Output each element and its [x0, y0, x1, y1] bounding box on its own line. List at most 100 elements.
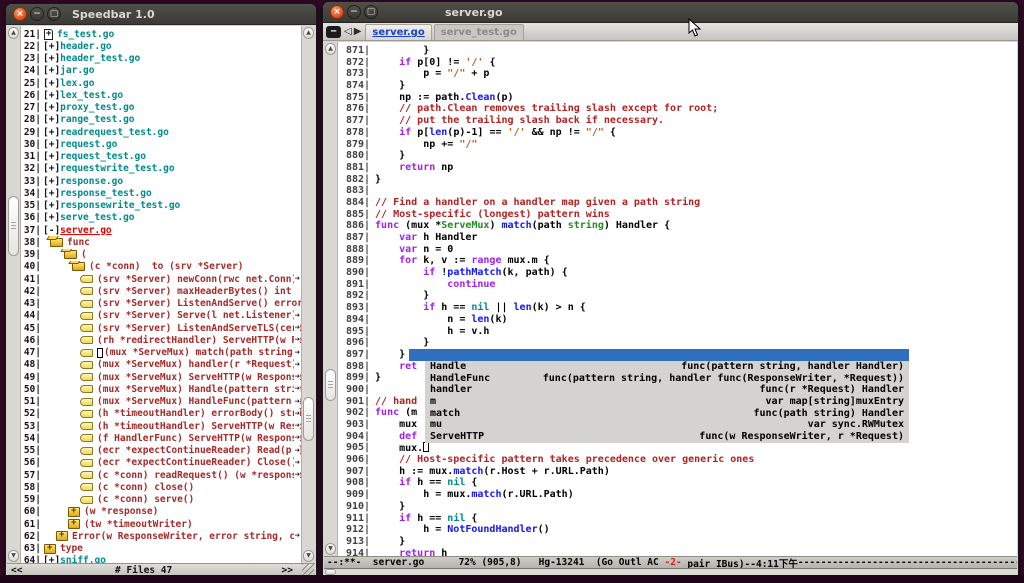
speedbar-row[interactable]: 34|[+] response_test.go [21, 187, 301, 199]
tag-icon[interactable] [80, 459, 93, 467]
popup-item[interactable]: Handlefunc(pattern string, handler Handl… [425, 361, 909, 373]
speedbar-row[interactable]: 58|(c *conn) close() [21, 481, 301, 493]
scroll-up-icon[interactable]: ▲ [8, 27, 19, 39]
scroll-right-button[interactable]: >> [282, 565, 293, 576]
tag-label[interactable]: (h *timeoutHandler) errorBody() strin [97, 408, 301, 419]
close-icon[interactable]: × [13, 7, 27, 21]
speedbar-row[interactable]: 24|[+] jar.go [21, 65, 301, 77]
file-name[interactable]: fs_test.go [57, 29, 114, 40]
tag-icon[interactable] [80, 361, 93, 369]
scrollbar-thumb[interactable] [8, 196, 19, 256]
file-name[interactable]: lex.go [60, 78, 94, 89]
tag-label[interactable]: (f HandlerFunc) ServeHTTP(w ResponseW [97, 433, 301, 444]
speedbar-row[interactable]: 26|[+] lex_test.go [21, 89, 301, 101]
speedbar-row[interactable]: 55|(ecr *expectContinueReader) Read(p []… [21, 445, 301, 457]
speedbar-row[interactable]: 37|[-] server.go [21, 224, 301, 236]
mode-line[interactable]: --:**- server.go 72% (905,8) Hg-13241 (G… [324, 556, 1017, 569]
speedbar-row[interactable]: 32|[+] requestwrite_test.go [21, 163, 301, 175]
tag-label[interactable]: (srv *Server) Serve(l net.Listener) e [97, 310, 301, 321]
file-name[interactable]: request_test.go [60, 151, 146, 162]
file-name[interactable]: response.go [60, 176, 123, 187]
expander-toggle[interactable]: [+] [43, 78, 60, 89]
file-name[interactable]: request.go [60, 139, 117, 150]
tag-icon[interactable] [80, 398, 93, 406]
tag-icon[interactable] [80, 300, 93, 308]
tag-label[interactable]: type [60, 543, 83, 554]
speedbar-row[interactable]: 22|[+] header.go [21, 40, 301, 52]
close-icon[interactable]: × [330, 5, 344, 19]
speedbar-row[interactable]: 42|(srv *Server) maxHeaderBytes() int [21, 285, 301, 297]
file-name[interactable]: response_test.go [60, 188, 152, 199]
speedbar-row[interactable]: 28|[+] range_test.go [21, 114, 301, 126]
expander-toggle[interactable]: [+] [43, 212, 60, 223]
tag-label[interactable]: (mux *ServeMux) HandleFunc(pattern st [97, 396, 301, 407]
expander-toggle[interactable]: [+] [43, 555, 60, 563]
file-name[interactable]: responsewrite_test.go [60, 200, 180, 211]
speedbar-row[interactable]: 57|(c *conn) readRequest() (w *response,… [21, 469, 301, 481]
tag-label[interactable]: func [67, 237, 90, 248]
code-line[interactable]: 888| var n = 0 [338, 244, 1017, 256]
code-line[interactable]: 907| h := mux.match(r.Host + r.URL.Path) [338, 466, 1017, 478]
popup-item[interactable]: handlerfunc(r *Request) Handler [425, 384, 909, 396]
code-area[interactable]: 871| }872| if p[0] != '/' {873| p = "/" … [338, 42, 1017, 556]
tag-label[interactable]: (c *conn) close() [97, 482, 194, 493]
code-line[interactable]: 890| if !pathMatch(k, path) { [338, 267, 1017, 279]
code-line[interactable]: 876| // path.Clean removes trailing slas… [338, 103, 1017, 115]
speedbar-row[interactable]: 30|[+] request.go [21, 138, 301, 150]
tag-icon[interactable] [80, 275, 93, 283]
tag-label[interactable]: (h *timeoutHandler) ServeHTTP(w Respo [97, 421, 301, 432]
closed-box-icon[interactable] [56, 531, 68, 541]
speedbar-row[interactable]: 61|(tw *timeoutWriter) [21, 518, 301, 530]
speedbar-row[interactable]: 56|(ecr *expectContinueReader) Close() e… [21, 457, 301, 469]
file-name[interactable]: jar.go [60, 65, 94, 76]
file-name[interactable]: sniff.go [60, 555, 106, 563]
code-line[interactable]: 872| if p[0] != '/' { [338, 57, 1017, 69]
speedbar-row[interactable]: 31|[+] request_test.go [21, 151, 301, 163]
expander-toggle[interactable]: [+] [43, 139, 60, 150]
code-line[interactable]: 883| [338, 185, 1017, 197]
file-name[interactable]: range_test.go [60, 114, 134, 125]
speedbar-row[interactable]: 39|( [21, 249, 301, 261]
speedbar-row[interactable]: 49|(mux *ServeMux) ServeHTTP(w ResponseW… [21, 371, 301, 383]
open-box-icon[interactable] [50, 238, 63, 247]
tag-label[interactable]: ( [81, 249, 87, 260]
code-line[interactable]: 909| h = mux.match(r.URL.Path) [338, 489, 1017, 501]
scroll-up-icon[interactable]: ▲ [325, 43, 336, 55]
code-line[interactable]: 892| } [338, 290, 1017, 302]
popup-item[interactable]: matchfunc(path string) Handler [425, 408, 909, 420]
speedbar-row[interactable]: 60|(w *response) [21, 506, 301, 518]
speedbar-row[interactable]: 35|[+] responsewrite_test.go [21, 200, 301, 212]
tag-icon[interactable] [80, 471, 93, 479]
minimize-icon[interactable]: − [30, 7, 44, 21]
code-line[interactable]: 910| } [338, 501, 1017, 513]
code-line[interactable]: 894| n = len(k) [338, 314, 1017, 326]
file-name[interactable]: requestwrite_test.go [60, 163, 174, 174]
code-line[interactable]: 895| h = v.h [338, 326, 1017, 338]
tag-label[interactable]: Error(w ResponseWriter, error string, c [72, 531, 295, 542]
speedbar-row[interactable]: 46|(rh *redirectHandler) ServeHTTP(w Res… [21, 334, 301, 346]
popup-item[interactable]: muvar sync.RWMutex [425, 419, 909, 431]
speedbar-row[interactable]: 48|(mux *ServeMux) handler(r *Request) H… [21, 359, 301, 371]
expander-toggle[interactable]: [+] [43, 90, 60, 101]
expander-toggle[interactable]: [+] [43, 114, 60, 125]
speedbar-row[interactable]: 59|(c *conn) serve() [21, 494, 301, 506]
code-line[interactable]: 882|} [338, 174, 1017, 186]
code-line[interactable]: 874| } [338, 80, 1017, 92]
tab-server-go[interactable]: server.go [365, 24, 431, 40]
scroll-down-icon[interactable]: ▼ [8, 550, 19, 562]
expander-toggle[interactable]: [+] [43, 65, 60, 76]
expander-toggle[interactable]: [+] [43, 41, 60, 52]
tag-label[interactable]: (ecr *expectContinueReader) Read(p [] [97, 445, 301, 456]
tag-icon[interactable] [80, 410, 93, 418]
code-line[interactable]: 913| } [338, 536, 1017, 548]
file-name[interactable]: serve_test.go [60, 212, 134, 223]
tag-icon[interactable] [80, 434, 93, 442]
speedbar-row[interactable]: 51|(mux *ServeMux) HandleFunc(pattern st… [21, 396, 301, 408]
tag-label[interactable]: (ecr *expectContinueReader) Close() e [97, 457, 301, 468]
speedbar-row[interactable]: 64|[+] sniff.go [21, 555, 301, 563]
popup-item[interactable]: HandleFuncfunc(pattern string, handler f… [425, 373, 909, 385]
expander-toggle[interactable]: [+] [43, 163, 60, 174]
tag-label[interactable]: (w *response) [84, 506, 158, 517]
tag-icon[interactable] [80, 447, 93, 455]
tag-label[interactable]: (srv *Server) ListenAndServe() error [97, 298, 301, 309]
